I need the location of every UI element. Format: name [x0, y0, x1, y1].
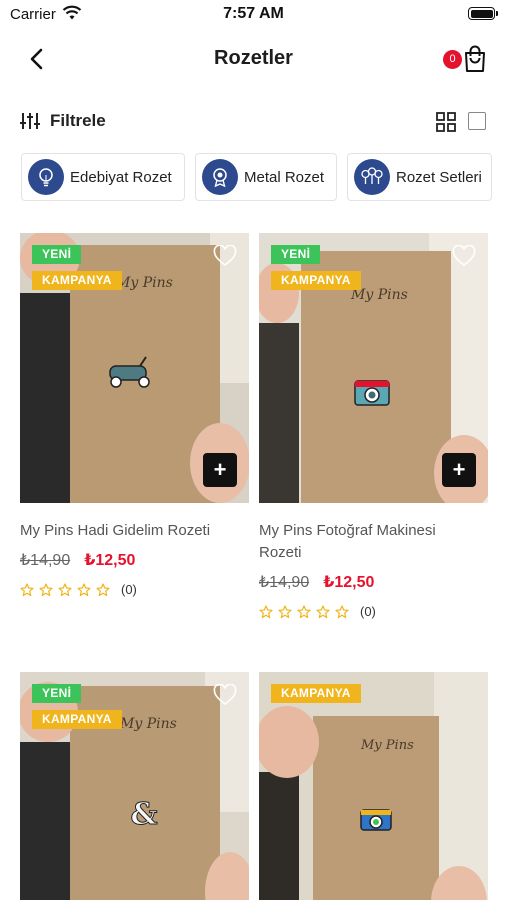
add-to-cart-button[interactable]: +: [203, 453, 237, 487]
new-price: ₺12,50: [323, 574, 375, 591]
svg-text:&: &: [130, 797, 157, 832]
category-chip-setler[interactable]: Rozet Setleri: [347, 153, 492, 201]
rating-row: (0): [259, 604, 488, 619]
pin-card-photo: &: [20, 672, 249, 900]
category-chip-label: Metal Rozet: [244, 168, 325, 186]
nav-bar: Rozetler 0: [0, 35, 507, 83]
star-icon: [96, 582, 110, 596]
category-chip-metal[interactable]: Metal Rozet: [195, 153, 337, 201]
star-icon: [58, 582, 72, 596]
campaign-badge: KAMPANYA: [32, 710, 122, 729]
status-bar: Carrier 7:57 AM: [0, 0, 507, 30]
star-icon: [77, 582, 91, 596]
category-chips: Edebiyat Rozet Metal Rozet Rozet Setleri: [0, 153, 507, 203]
battery-icon: [468, 7, 498, 20]
cart-count-badge: 0: [443, 50, 462, 69]
new-badge: YENİ: [32, 684, 82, 703]
single-view-icon[interactable]: [468, 112, 486, 130]
card-text: My Pins: [120, 716, 177, 732]
category-chip-label: Rozet Setleri: [396, 168, 482, 186]
product-image[interactable]: My Pins YENİ KAMPANYA +: [259, 233, 488, 503]
category-chip-edebiyat[interactable]: Edebiyat Rozet: [21, 153, 185, 201]
filter-sliders-icon: [20, 113, 40, 129]
campaign-badge: KAMPANYA: [32, 271, 122, 290]
card-text: My Pins: [116, 275, 173, 291]
product-image[interactable]: & My Pins YENİ KAMPANYA: [20, 672, 249, 900]
star-icon: [259, 604, 273, 618]
star-icon: [39, 582, 53, 596]
pin-card-photo: [259, 672, 488, 900]
category-chip-label: Edebiyat Rozet: [70, 168, 172, 186]
old-price: ₺14,90: [20, 552, 71, 569]
rating-count: (0): [360, 604, 376, 619]
star-icon: [297, 604, 311, 618]
campaign-badge: KAMPANYA: [271, 684, 361, 703]
lightbulb-icon: [28, 159, 64, 195]
rating-count: (0): [121, 582, 137, 597]
heart-icon[interactable]: [452, 245, 476, 267]
filter-button[interactable]: Filtrele: [20, 106, 106, 136]
clock: 7:57 AM: [223, 5, 284, 22]
add-to-cart-button[interactable]: +: [442, 453, 476, 487]
rating-row: (0): [20, 582, 249, 597]
product-image[interactable]: My Pins KAMPANYA: [259, 672, 488, 900]
shopping-bag-icon[interactable]: [463, 45, 487, 73]
grid-view-icon[interactable]: [436, 112, 456, 132]
product-card[interactable]: My Pins KAMPANYA: [259, 672, 488, 900]
medal-icon: [202, 159, 238, 195]
new-badge: YENİ: [271, 245, 321, 264]
page-title: Rozetler: [214, 47, 293, 69]
new-badge: YENİ: [32, 245, 82, 264]
star-icon: [335, 604, 349, 618]
product-card[interactable]: My Pins YENİ KAMPANYA + My Pins Hadi Gid…: [20, 233, 249, 597]
back-chevron-icon[interactable]: [24, 45, 52, 73]
product-name[interactable]: My Pins Fotoğraf Makinesi Rozeti: [259, 520, 459, 564]
star-icon: [316, 604, 330, 618]
heart-icon[interactable]: [213, 245, 237, 267]
product-card[interactable]: My Pins YENİ KAMPANYA + My Pins Fotoğraf…: [259, 233, 488, 619]
old-price: ₺14,90: [259, 574, 310, 591]
heart-icon[interactable]: [213, 684, 237, 706]
filter-row: Filtrele: [0, 106, 507, 136]
campaign-badge: KAMPANYA: [271, 271, 361, 290]
product-card[interactable]: & My Pins YENİ KAMPANYA: [20, 672, 249, 900]
price-row: ₺14,90 ₺12,50: [259, 572, 488, 592]
medals-icon: [354, 159, 390, 195]
price-row: ₺14,90 ₺12,50: [20, 550, 249, 570]
star-icon: [278, 604, 292, 618]
new-price: ₺12,50: [84, 552, 136, 569]
product-name[interactable]: My Pins Hadi Gidelim Rozeti: [20, 520, 249, 542]
filter-label: Filtrele: [50, 111, 106, 130]
product-image[interactable]: My Pins YENİ KAMPANYA +: [20, 233, 249, 503]
card-text: My Pins: [361, 738, 414, 753]
star-icon: [20, 582, 34, 596]
